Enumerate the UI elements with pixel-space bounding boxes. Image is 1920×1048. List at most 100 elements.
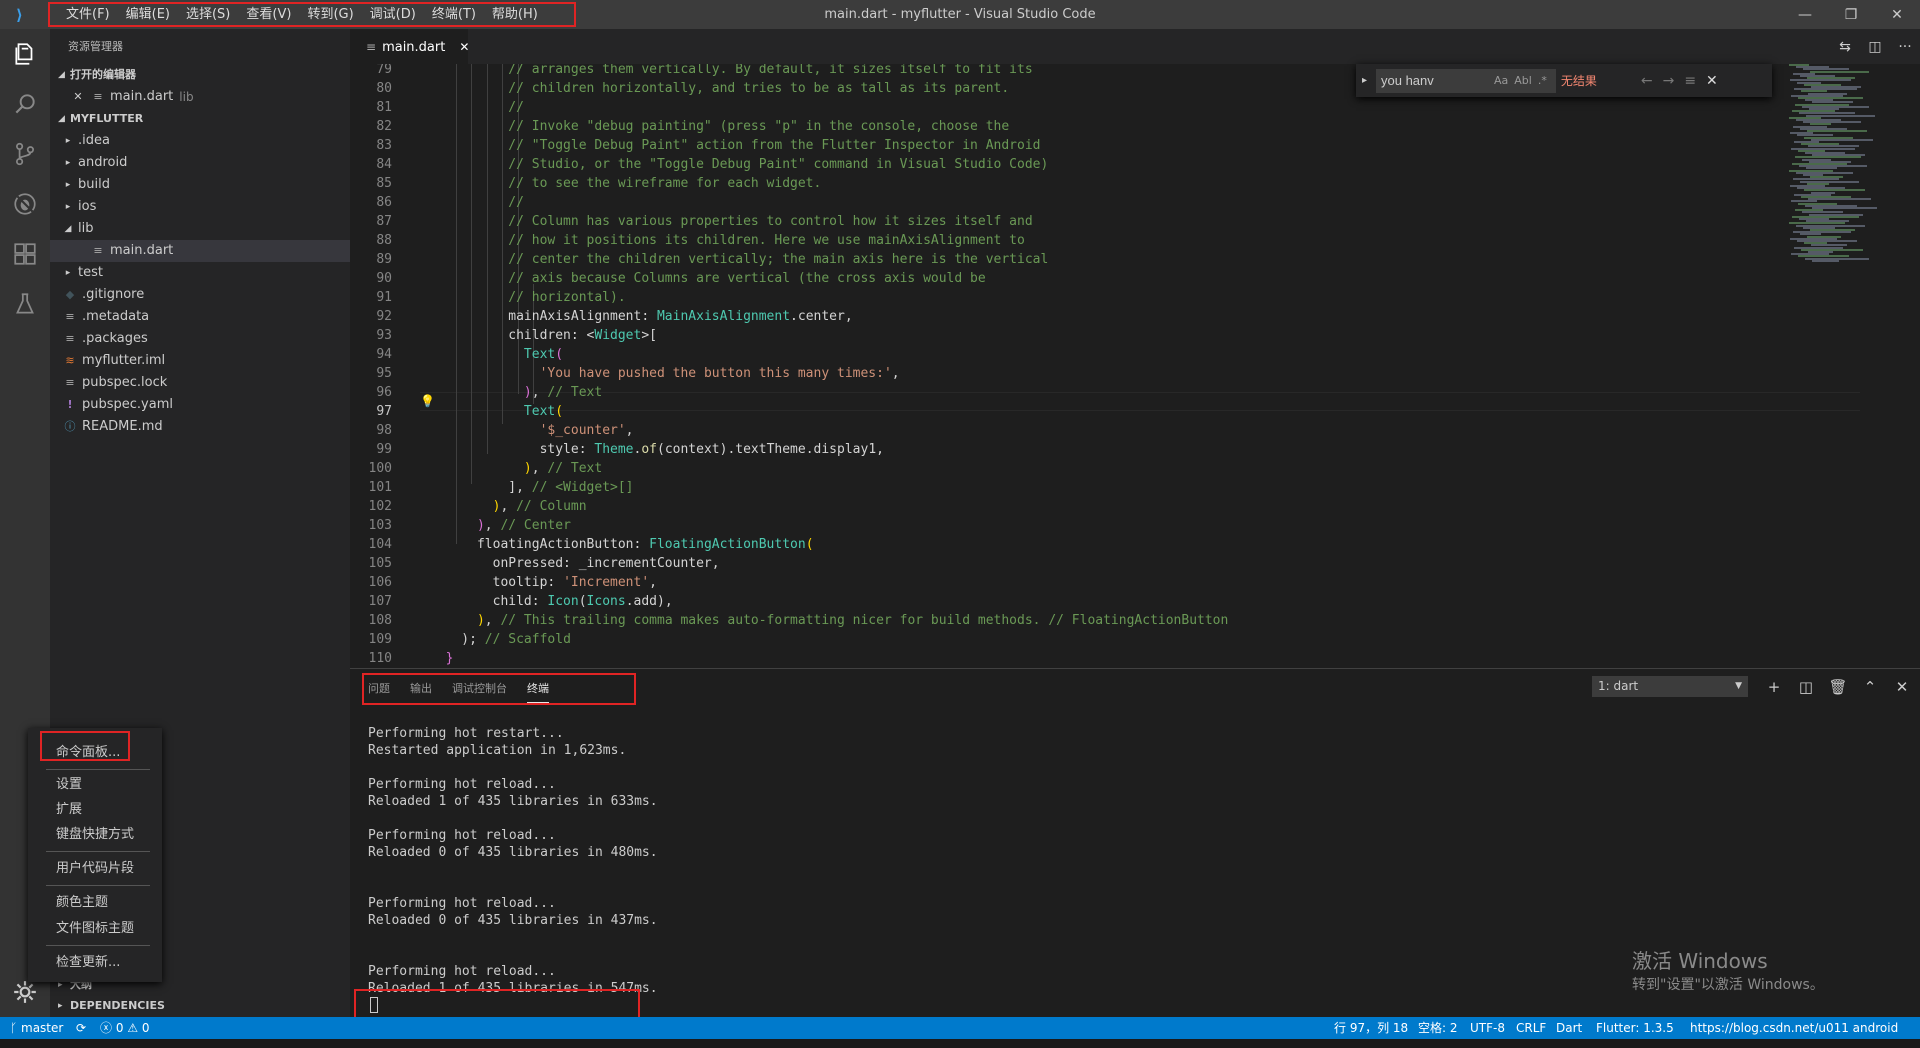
terminal-line: Reloaded 0 of 435 libraries in 437ms. xyxy=(368,913,658,928)
menu-keyboard-shortcuts[interactable]: 键盘快捷方式 xyxy=(56,824,134,846)
tree-label: .idea xyxy=(78,133,110,148)
menu-terminal[interactable]: 终端(T) xyxy=(424,4,484,25)
tree-folder-lib[interactable]: ◢ lib xyxy=(50,218,350,240)
tree-folder-idea[interactable]: ▸ .idea xyxy=(50,130,350,152)
tree-folder-android[interactable]: ▸ android xyxy=(50,152,350,174)
menu-help[interactable]: 帮助(H) xyxy=(484,4,546,25)
close-icon[interactable]: ✕ xyxy=(459,40,469,54)
terminal-select[interactable]: 1: dart ▼ xyxy=(1592,676,1748,697)
problems-status[interactable]: ⓧ 0 ⚠ 0 xyxy=(100,1017,150,1039)
debug-activity[interactable] xyxy=(0,179,50,229)
open-editors-header[interactable]: ◢ 打开的编辑器 xyxy=(50,64,350,86)
open-editor-item[interactable]: ✕ ≡ main.dart lib xyxy=(50,86,350,108)
close-icon[interactable]: ✕ xyxy=(70,86,86,108)
split-editor-button[interactable]: ◫ xyxy=(1860,29,1890,64)
branch-name: master xyxy=(21,1021,64,1035)
tab-terminal[interactable]: 终端 xyxy=(527,676,549,703)
sync-icon[interactable]: ⟳ xyxy=(76,1017,86,1039)
terminal-prompt[interactable] xyxy=(354,989,640,1020)
device-status[interactable]: https://blog.csdn.net/u011 android xyxy=(1690,1017,1898,1039)
menu-separator xyxy=(46,851,150,852)
vscode-window: ⟩ 文件(F) 编辑(E) 选择(S) 查看(V) 转到(G) 调试(D) 终端… xyxy=(0,0,1920,1048)
extensions-activity[interactable] xyxy=(0,229,50,279)
minimap[interactable] xyxy=(1785,64,1905,668)
tree-file-packages[interactable]: ≡ .packages xyxy=(50,328,350,350)
branch-status[interactable]: ᚴ master xyxy=(10,1017,63,1039)
whole-word-toggle[interactable]: Abl xyxy=(1514,74,1532,87)
tree-label: android xyxy=(78,155,128,170)
line-number: 79 xyxy=(376,64,392,77)
minimize-button[interactable]: — xyxy=(1782,0,1828,29)
menu-file-icon-theme[interactable]: 文件图标主题 xyxy=(56,918,134,940)
maximize-panel-button[interactable]: ⌃ xyxy=(1858,675,1882,699)
eol-status[interactable]: CRLF xyxy=(1516,1017,1546,1039)
flutter-version[interactable]: Flutter: 1.3.5 xyxy=(1596,1017,1674,1039)
search-activity[interactable] xyxy=(0,79,50,129)
test-activity[interactable] xyxy=(0,279,50,329)
line-number: 98 xyxy=(376,423,392,438)
menu-command-palette[interactable]: 命令面板... xyxy=(56,742,120,764)
tab-output[interactable]: 输出 xyxy=(410,676,432,702)
find-result: 无结果 xyxy=(1560,74,1597,88)
menu-debug[interactable]: 调试(D) xyxy=(362,4,424,25)
language-status[interactable]: Dart xyxy=(1556,1017,1582,1039)
file-lines-icon: ≡ xyxy=(65,376,75,389)
menu-file[interactable]: 文件(F) xyxy=(58,4,118,25)
code-editor[interactable]: 79 80 81 82 83 84 85 86 87 88 89 90 91 92 93 94 95 96 97 98… xyxy=(350,64,1920,668)
chevron-down-icon: ▼ xyxy=(1735,681,1742,691)
explorer-activity[interactable] xyxy=(0,29,50,79)
project-header[interactable]: ◢ MYFLUTTER xyxy=(50,108,350,130)
menu-go[interactable]: 转到(G) xyxy=(299,4,361,25)
tree-file-readme[interactable]: ⓘ README.md xyxy=(50,416,350,438)
close-icon[interactable]: ✕ xyxy=(1706,73,1718,89)
menu-settings[interactable]: 设置 xyxy=(56,774,82,796)
menu-extensions[interactable]: 扩展 xyxy=(56,799,82,821)
chevron-right-icon[interactable]: ▸ xyxy=(1362,75,1367,86)
tab-debug-console[interactable]: 调试控制台 xyxy=(452,676,507,702)
minimap-line xyxy=(1811,138,1873,141)
menu-bar: 文件(F) 编辑(E) 选择(S) 查看(V) 转到(G) 调试(D) 终端(T… xyxy=(48,2,576,27)
tab-main-dart[interactable]: ≡ main.dart ✕ xyxy=(350,29,469,64)
tree-file-gitignore[interactable]: ◆ .gitignore xyxy=(50,284,350,306)
tree-file-pubspec-lock[interactable]: ≡ pubspec.lock xyxy=(50,372,350,394)
line-number: 104 xyxy=(368,537,392,552)
tree-folder-build[interactable]: ▸ build xyxy=(50,174,350,196)
indentation-status[interactable]: 空格: 2 xyxy=(1418,1017,1458,1039)
cursor-position[interactable]: 行 97，列 18 xyxy=(1334,1017,1408,1039)
regex-toggle[interactable]: .* xyxy=(1538,74,1547,87)
kill-terminal-button[interactable]: 🗑 xyxy=(1826,675,1850,699)
open-editor-filename: main.dart xyxy=(110,89,174,104)
tree-file-main-dart[interactable]: ≡ main.dart xyxy=(50,240,350,262)
gear-icon xyxy=(14,981,36,1003)
tree-folder-ios[interactable]: ▸ ios xyxy=(50,196,350,218)
menu-view[interactable]: 查看(V) xyxy=(238,4,299,25)
close-window-button[interactable]: ✕ xyxy=(1874,0,1920,29)
find-in-selection-icon[interactable]: ≡ xyxy=(1684,73,1696,89)
tree-folder-test[interactable]: ▸ test xyxy=(50,262,350,284)
scm-activity[interactable] xyxy=(0,129,50,179)
menu-check-updates[interactable]: 检查更新... xyxy=(56,952,120,974)
tree-file-metadata[interactable]: ≡ .metadata xyxy=(50,306,350,328)
close-icon: ✕ xyxy=(1891,6,1903,23)
menu-selection[interactable]: 选择(S) xyxy=(178,4,238,25)
tab-problems[interactable]: 问题 xyxy=(368,676,390,702)
menu-user-snippets[interactable]: 用户代码片段 xyxy=(56,858,134,880)
menu-edit[interactable]: 编辑(E) xyxy=(118,4,178,25)
close-panel-button[interactable]: ✕ xyxy=(1890,675,1914,699)
maximize-button[interactable]: ❐ xyxy=(1828,0,1874,29)
open-changes-button[interactable]: ⇆ xyxy=(1830,29,1860,64)
new-terminal-button[interactable]: + xyxy=(1762,675,1786,699)
previous-match-icon[interactable]: ← xyxy=(1641,73,1653,89)
next-match-icon[interactable]: → xyxy=(1663,73,1675,89)
yaml-exclamation-icon: ! xyxy=(67,398,73,411)
encoding-status[interactable]: UTF-8 xyxy=(1470,1017,1505,1039)
menu-color-theme[interactable]: 颜色主题 xyxy=(56,892,108,914)
taskbar-strip xyxy=(0,1039,1920,1048)
split-terminal-button[interactable]: ◫ xyxy=(1794,675,1818,699)
tree-file-iml[interactable]: ≋ myflutter.iml xyxy=(50,350,350,372)
match-case-toggle[interactable]: Aa xyxy=(1494,74,1508,87)
more-actions-button[interactable]: ··· xyxy=(1890,29,1920,64)
dependencies-header[interactable]: ▸ DEPENDENCIES xyxy=(50,995,350,1017)
tree-file-pubspec-yaml[interactable]: ! pubspec.yaml xyxy=(50,394,350,416)
compare-icon: ⇆ xyxy=(1839,38,1851,55)
